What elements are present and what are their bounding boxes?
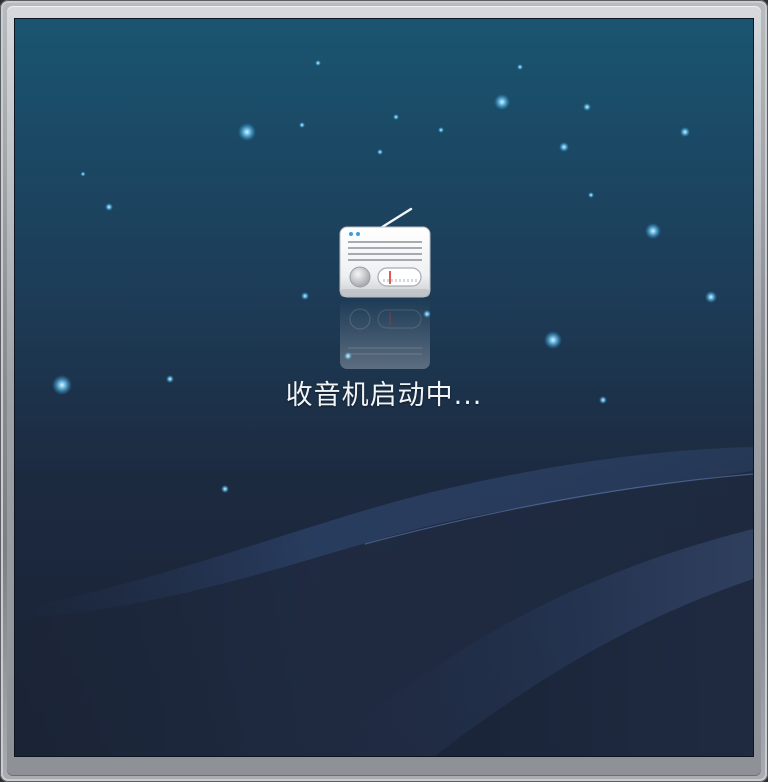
- radio-icon: [337, 201, 433, 371]
- device-frame: 收音机启动中...: [0, 0, 768, 782]
- loading-status-text: 收音机启动中...: [285, 380, 483, 411]
- screen: 收音机启动中...: [15, 19, 753, 756]
